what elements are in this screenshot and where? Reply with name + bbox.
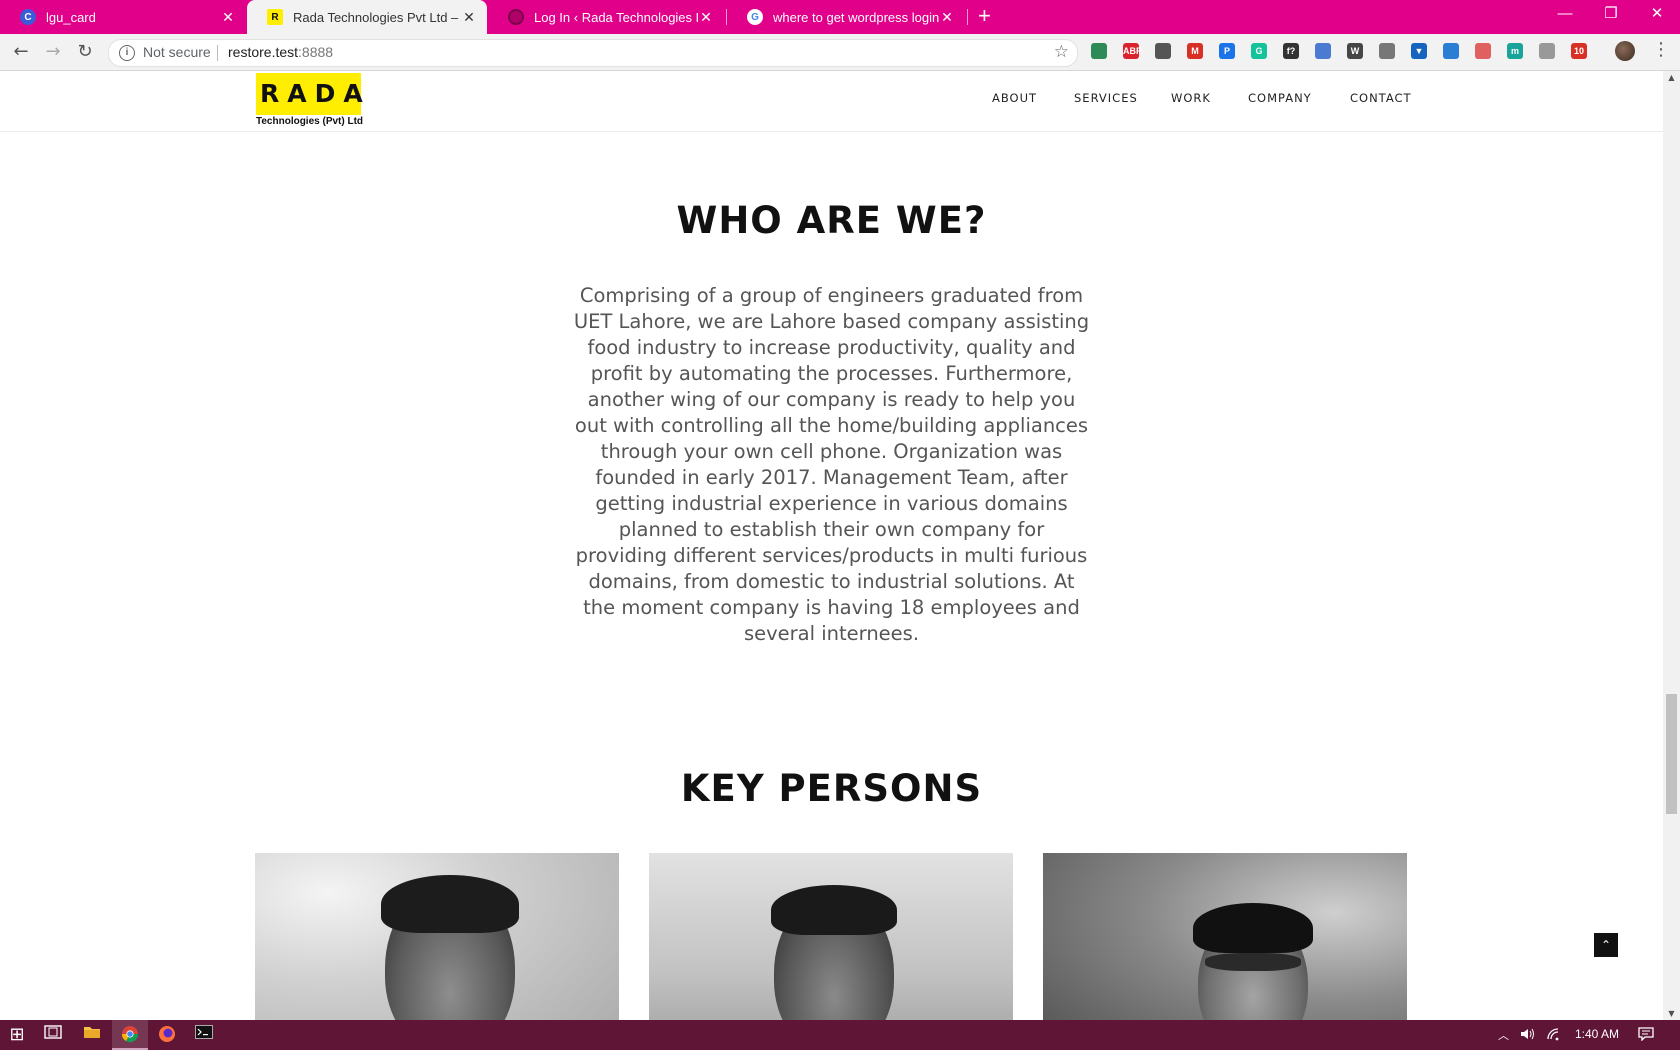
grammarly-icon[interactable]: G (1251, 43, 1267, 59)
profile-avatar[interactable] (1615, 41, 1635, 61)
windows-taskbar: ⊞ ︿ 1:40 AM (0, 1020, 1680, 1050)
logo-subtitle: Technologies (Pvt) Ltd (256, 116, 364, 127)
file-explorer-icon[interactable] (82, 1025, 102, 1045)
whatfont-icon[interactable]: f? (1283, 43, 1299, 59)
wordpress-icon[interactable]: W (1347, 43, 1363, 59)
minimize-button[interactable]: — (1542, 0, 1588, 30)
logo-mark: RADA (256, 73, 363, 115)
window-ext-icon[interactable] (1443, 43, 1459, 59)
tab-favicon-icon (508, 9, 524, 25)
tab-separator (967, 9, 968, 25)
chrome-icon[interactable] (120, 1025, 140, 1045)
tab-rada-technologies[interactable]: R Rada Technologies Pvt Ltd – Auto ✕ (247, 0, 487, 34)
volume-icon[interactable] (1520, 1027, 1536, 1044)
tab-google-search[interactable]: G where to get wordpress login pa ✕ (727, 0, 965, 34)
forward-button[interactable]: → (42, 41, 64, 63)
info-icon[interactable]: i (119, 45, 135, 61)
task-view-icon[interactable] (43, 1025, 63, 1045)
puzzle-ext-icon[interactable] (1315, 43, 1331, 59)
font-ext-icon[interactable] (1539, 43, 1555, 59)
shield-ext-icon[interactable] (1155, 43, 1171, 59)
clock-time[interactable]: 1:40 AM (1575, 1027, 1619, 1041)
m-ext-icon[interactable]: m (1507, 43, 1523, 59)
tab-close-icon[interactable]: ✕ (698, 9, 714, 26)
eyedropper-icon[interactable] (1379, 43, 1395, 59)
pocket-download-icon[interactable]: ▼ (1411, 43, 1427, 59)
key-person-photo (649, 853, 1013, 1020)
site-header: RADA Technologies (Pvt) Ltd ABOUT SERVIC… (0, 71, 1663, 132)
about-title: WHO ARE WE? (676, 199, 987, 242)
nav-work[interactable]: WORK (1171, 91, 1211, 105)
page-scrollbar[interactable]: ▲ ▼ (1663, 71, 1680, 1020)
url-port: :8888 (298, 44, 334, 60)
new-tab-button[interactable]: + (978, 5, 991, 27)
calendar-ext-icon[interactable]: 10 (1571, 43, 1587, 59)
key-person-photo (1043, 853, 1407, 1020)
page-viewport: RADA Technologies (Pvt) Ltd ABOUT SERVIC… (0, 71, 1663, 1020)
url-host: restore.test (228, 44, 299, 60)
command-prompt-icon[interactable] (194, 1025, 214, 1045)
tab-lgu-card[interactable]: C lgu_card ✕ (0, 0, 246, 34)
browser-menu-icon[interactable]: ⋮ (1652, 40, 1670, 60)
site-logo[interactable]: RADA Technologies (Pvt) Ltd (256, 73, 364, 129)
scroll-up-arrow-icon[interactable]: ▲ (1663, 73, 1680, 82)
scrollbar-thumb[interactable] (1666, 694, 1677, 814)
scroll-down-arrow-icon[interactable]: ▼ (1663, 1009, 1680, 1018)
close-window-button[interactable]: ✕ (1634, 0, 1680, 30)
globe-ext-icon[interactable] (1091, 43, 1107, 59)
tab-log-in[interactable]: Log In ‹ Rada Technologies Pvt Lt ✕ (488, 0, 724, 34)
reload-button[interactable]: ↻ (74, 41, 96, 63)
adblock-plus-icon[interactable]: ABP (1123, 43, 1142, 59)
key-person-photo (255, 853, 619, 1020)
pushbullet-icon[interactable]: P (1219, 43, 1235, 59)
tab-title: where to get wordpress login pa (773, 9, 939, 25)
firefox-icon[interactable] (157, 1025, 177, 1045)
windows-start-icon[interactable]: ⊞ (7, 1025, 27, 1045)
tab-title: Rada Technologies Pvt Ltd – Auto (293, 9, 461, 25)
gmail-icon[interactable]: M (1187, 43, 1203, 59)
key-persons-title: KEY PERSONS (680, 767, 983, 810)
browser-toolbar: ← → ↻ i Not secure restore.test:8888 ☆ (0, 34, 1680, 71)
nav-contact[interactable]: CONTACT (1350, 91, 1412, 105)
restore-button[interactable]: ❐ (1588, 0, 1634, 30)
back-button[interactable]: ← (10, 41, 32, 63)
tab-close-icon[interactable]: ✕ (220, 9, 236, 26)
nav-company[interactable]: COMPANY (1248, 91, 1312, 105)
ublock-icon[interactable] (1475, 43, 1491, 59)
tray-chevron-icon[interactable]: ︿ (1498, 1027, 1509, 1043)
notifications-icon[interactable] (1638, 1027, 1654, 1044)
omnibox-divider (217, 45, 218, 61)
tab-strip: C lgu_card ✕ R Rada Technologies Pvt Ltd… (0, 0, 1680, 34)
wifi-icon[interactable] (1546, 1027, 1562, 1044)
tab-title: Log In ‹ Rada Technologies Pvt Lt (534, 9, 698, 25)
tab-favicon-icon: C (20, 9, 36, 25)
address-bar[interactable]: i Not secure restore.test:8888 ☆ (108, 39, 1078, 67)
about-text: Comprising of a group of engineers gradu… (573, 284, 1090, 645)
tab-favicon-icon: R (267, 9, 283, 25)
nav-about[interactable]: ABOUT (992, 91, 1037, 105)
nav-services[interactable]: SERVICES (1074, 91, 1138, 105)
bookmark-star-icon[interactable]: ☆ (1054, 42, 1069, 62)
scroll-to-top-button[interactable]: ⌃ (1594, 933, 1618, 957)
url-text[interactable]: restore.test:8888 (228, 44, 333, 60)
security-label[interactable]: Not secure (143, 44, 211, 60)
google-icon: G (747, 9, 763, 25)
tab-title: lgu_card (46, 9, 96, 25)
tab-close-icon[interactable]: ✕ (939, 9, 955, 26)
tab-close-icon[interactable]: ✕ (461, 9, 477, 26)
